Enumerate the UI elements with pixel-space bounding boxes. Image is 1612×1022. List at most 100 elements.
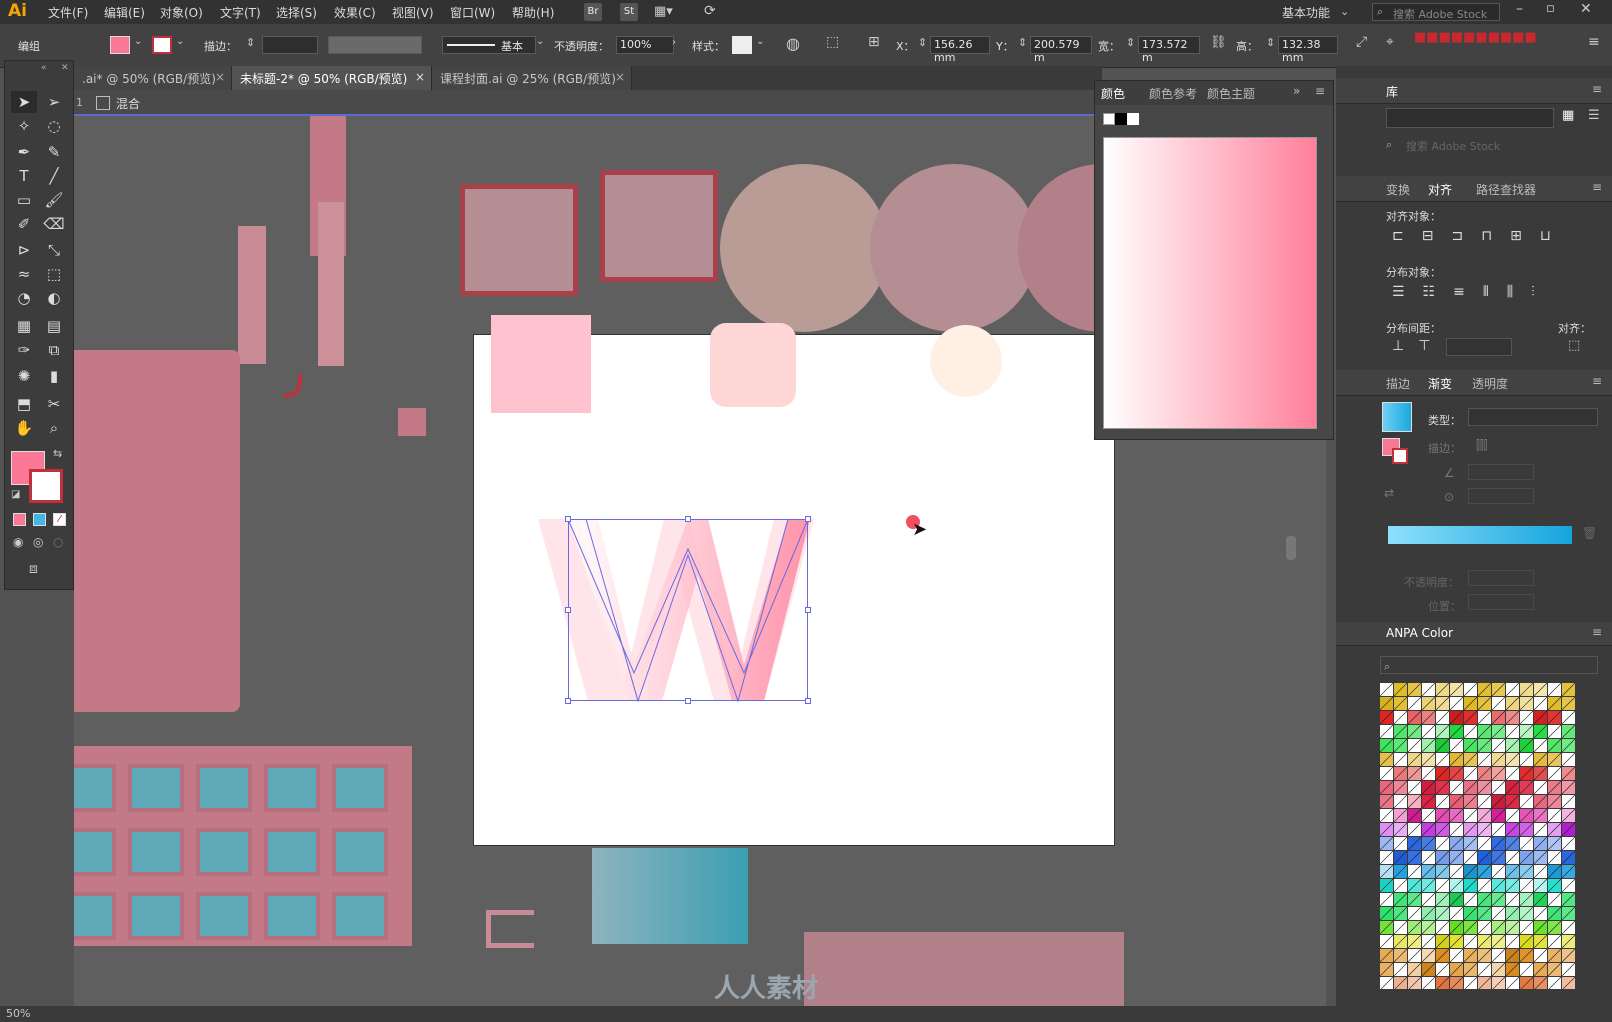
resize-handle[interactable] — [805, 607, 811, 613]
stock-search-input[interactable]: 搜索 Adobe Stock — [1393, 6, 1487, 22]
draw-normal-icon[interactable]: ◉ — [13, 535, 23, 549]
resize-handle[interactable] — [565, 698, 571, 704]
gradient-preview-swatch[interactable] — [1382, 402, 1412, 432]
grid-view-icon[interactable]: ▦ — [1562, 108, 1580, 126]
stepper-icon[interactable]: ⇕ — [1266, 36, 1275, 49]
maximize-icon[interactable]: ▫ — [1546, 1, 1555, 16]
menu-icon[interactable]: ≡ — [1315, 84, 1325, 98]
small-cube[interactable] — [398, 408, 426, 436]
gradient-mode-icon[interactable] — [33, 513, 46, 526]
swap-colors-icon[interactable]: ⇆ — [53, 447, 62, 460]
draw-behind-icon[interactable]: ◎ — [33, 535, 43, 549]
cube[interactable] — [460, 184, 578, 296]
rounded-square[interactable] — [710, 323, 796, 407]
eyedropper-tool-icon[interactable]: ✑ — [11, 339, 37, 361]
resize-handle[interactable] — [685, 516, 691, 522]
reference-point-icon[interactable]: ⊞ — [868, 34, 880, 50]
zoom-level[interactable]: 50% — [6, 1007, 30, 1020]
none-mode-icon[interactable]: ⁄ — [53, 513, 66, 526]
minimize-icon[interactable]: – — [1516, 1, 1523, 17]
scale-tool-icon[interactable]: ⤡ — [41, 239, 67, 261]
breadcrumb[interactable]: 混合 — [116, 95, 140, 112]
resize-handle[interactable] — [805, 698, 811, 704]
stepper-icon[interactable]: ⇕ — [1126, 36, 1135, 49]
menu-icon[interactable]: ≡ — [1588, 34, 1600, 50]
direct-selection-tool-icon[interactable]: ➢ — [41, 91, 67, 113]
shape-builder-tool-icon[interactable]: ◔ — [11, 287, 37, 309]
window[interactable] — [332, 828, 388, 876]
window[interactable] — [128, 828, 184, 876]
artboard[interactable]: ➤ — [473, 315, 1115, 846]
curvature-tool-icon[interactable]: ✎ — [41, 141, 67, 163]
tab-transparency[interactable]: 透明度 — [1472, 375, 1508, 392]
pen-tool-icon[interactable]: ✒ — [11, 141, 37, 163]
window[interactable] — [74, 764, 116, 812]
variable-width-profile[interactable] — [328, 36, 422, 54]
color-spectrum[interactable] — [1103, 137, 1317, 429]
stepper-icon[interactable]: ⇕ — [918, 36, 927, 49]
symbol-sprayer-tool-icon[interactable]: ✺ — [11, 365, 37, 387]
chevron-down-icon[interactable]: ⌄ — [756, 36, 764, 47]
stock-icon[interactable]: St — [620, 3, 638, 21]
blend-tool-icon[interactable]: ⧉ — [41, 339, 67, 361]
gradient-position-field[interactable] — [1468, 594, 1534, 610]
building[interactable] — [74, 746, 412, 946]
tab-transform[interactable]: 变换 — [1386, 181, 1410, 198]
menu-icon[interactable]: ≡ — [1592, 374, 1602, 388]
selection-tool-icon[interactable]: ➤ — [11, 91, 37, 113]
window[interactable] — [332, 892, 388, 940]
shaper-tool-icon[interactable]: ✐ — [11, 213, 37, 235]
reverse-gradient-icon[interactable]: ⇄ — [1384, 486, 1394, 500]
chevron-down-icon[interactable]: ⌄ — [536, 36, 544, 47]
draw-inside-icon[interactable]: ○ — [53, 535, 63, 549]
hand-tool-icon[interactable]: ✋ — [11, 417, 37, 439]
free-transform-tool-icon[interactable]: ⬚ — [41, 263, 67, 285]
fill-swatch[interactable] — [110, 36, 130, 54]
menu-edit[interactable]: 编辑(E) — [104, 4, 145, 21]
slice-tool-icon[interactable]: ✂ — [41, 393, 67, 415]
recolor-artwork-icon[interactable]: ◍ — [786, 34, 800, 53]
artboard-tool-icon[interactable]: ⬒ — [11, 393, 37, 415]
aspect-ratio-field[interactable] — [1468, 488, 1534, 504]
collapse-icon[interactable]: « — [41, 63, 47, 73]
close-icon[interactable]: × — [415, 70, 425, 84]
cube[interactable] — [600, 170, 718, 282]
circle[interactable] — [870, 164, 1038, 332]
color-mode-icon[interactable] — [13, 513, 26, 526]
tab-stroke[interactable]: 描边 — [1386, 375, 1410, 392]
stroke-color-box[interactable] — [29, 469, 63, 503]
gradient-type-select[interactable] — [1468, 408, 1598, 426]
white-swatch[interactable] — [1127, 113, 1139, 125]
magic-wand-tool-icon[interactable]: ✧ — [11, 115, 37, 137]
close-icon[interactable]: × — [215, 70, 225, 84]
chevron-down-icon[interactable]: ⌄ — [134, 36, 142, 47]
gradient-opacity-field[interactable] — [1468, 570, 1534, 586]
gradient-slider[interactable] — [1388, 526, 1572, 544]
window[interactable] — [196, 828, 252, 876]
delete-stop-icon[interactable]: 🗑 — [1582, 526, 1597, 540]
constrain-proportions-icon[interactable]: ⛓ — [1210, 35, 1227, 50]
live-paint-tool-icon[interactable]: ◐ — [41, 287, 67, 309]
tab-color-themes[interactable]: 颜色主题 — [1207, 85, 1255, 102]
chevron-down-icon[interactable]: ⌄ — [176, 36, 184, 47]
close-icon[interactable]: ✕ — [61, 63, 69, 73]
tab-document-1[interactable]: .ai* @ 50% (RGB/预览) × — [74, 66, 232, 90]
angle-field[interactable] — [1468, 464, 1534, 480]
resize-handle[interactable] — [805, 516, 811, 522]
align-to-selection-icon[interactable]: ⬚ — [1568, 338, 1580, 353]
stroke-swatch[interactable] — [1392, 448, 1408, 464]
menu-type[interactable]: 文字(T) — [220, 4, 261, 21]
lasso-tool-icon[interactable]: ◌ — [41, 115, 67, 137]
window[interactable] — [74, 828, 116, 876]
stroke-gradient-buttons[interactable]: ⫿⫿⫿ — [1476, 438, 1488, 453]
menu-icon[interactable]: ≡ — [1592, 625, 1602, 639]
close-icon[interactable]: × — [615, 70, 625, 84]
align-buttons[interactable]: ⊏⊟⊐⊓⊞⊔ — [1392, 228, 1569, 244]
list-view-icon[interactable]: ☰ — [1588, 108, 1606, 126]
stroke-weight-field[interactable] — [262, 36, 318, 54]
anpa-swatch-grid[interactable] — [1380, 683, 1576, 989]
screen-mode-icon[interactable]: ⧈ — [29, 561, 38, 577]
arrange-documents-icon[interactable]: ▦▾ — [654, 4, 673, 19]
tab-pathfinder[interactable]: 路径查找器 — [1476, 181, 1536, 198]
x-field[interactable]: 156.26 mm — [930, 36, 990, 64]
